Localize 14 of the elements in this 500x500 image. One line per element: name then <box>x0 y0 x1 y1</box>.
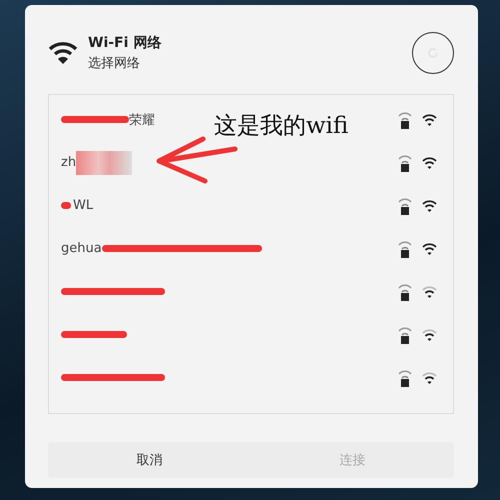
dialog-subtitle: 选择网络 <box>88 55 141 72</box>
scribble <box>61 202 71 209</box>
network-name[interactable]: WL <box>73 198 94 213</box>
network-name[interactable]: zh <box>61 155 76 170</box>
dialog-title: Wi-Fi 网络 <box>88 34 162 52</box>
scribble <box>61 331 127 338</box>
refresh-button[interactable] <box>412 32 454 74</box>
scribble <box>61 116 129 123</box>
wifi-icon <box>48 41 78 65</box>
annotation-text: 这是我的wifi <box>214 112 348 141</box>
network-name[interactable]: gehua <box>61 241 102 256</box>
dialog-button[interactable]: 取消 <box>48 442 251 478</box>
network-name[interactable]: 荣耀 <box>129 110 155 128</box>
blurred-patch <box>76 150 132 174</box>
